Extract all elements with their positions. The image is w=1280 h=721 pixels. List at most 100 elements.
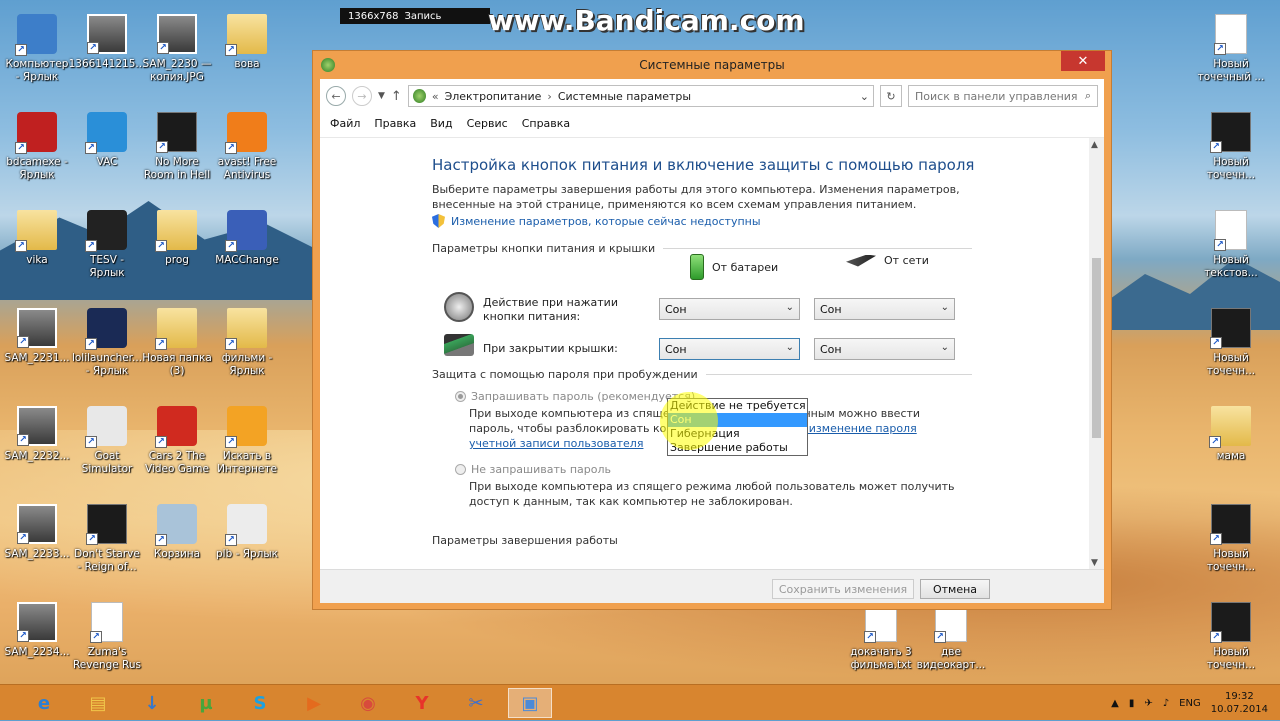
desktop-icon[interactable]: ↗ Новый точечн...	[1190, 498, 1272, 588]
no-password-radio[interactable]: Не запрашивать пароль	[455, 463, 611, 476]
power-plug-icon	[846, 254, 876, 267]
shortcut-arrow-icon: ↗	[155, 436, 167, 448]
lid-battery-select[interactable]: Сон ⌄	[659, 338, 800, 360]
file-explorer-icon[interactable]: ▤	[76, 688, 120, 718]
recent-pages-chevron-icon[interactable]: ▼	[378, 91, 385, 101]
lid-battery-dropdown-list[interactable]: Действие не требуется Сон Гибернация Заверш…	[667, 398, 808, 456]
close-button[interactable]: ✕	[1061, 51, 1105, 71]
yandex-browser-icon[interactable]: Y	[400, 688, 444, 718]
desktop-icon-label: Новый текстов...	[1204, 254, 1258, 279]
desktop-icon-label: Новый точечн...	[1206, 156, 1256, 181]
desktop-icon[interactable]: ↗ Новый точечн...	[1190, 596, 1272, 686]
forward-button[interactable]: →	[352, 86, 372, 106]
search-icon[interactable]: ⌕	[1085, 89, 1097, 103]
video-editor-icon[interactable]: ✂	[454, 688, 498, 718]
scroll-thumb[interactable]	[1092, 258, 1101, 438]
title-bar[interactable]: Системные параметры ✕	[313, 51, 1111, 79]
desktop-icon[interactable]: ↗ Искать в Интернете	[206, 400, 288, 490]
media-player-icon[interactable]: ▶	[292, 688, 336, 718]
back-button[interactable]: ←	[326, 86, 346, 106]
lid-ac-select[interactable]: Сон ⌄	[814, 338, 955, 360]
power-button-icon	[444, 292, 474, 322]
divider	[663, 248, 972, 249]
desktop-icon[interactable]: ↗ мама	[1190, 400, 1272, 490]
breadcrumb[interactable]: « Электропитание › Системные параметры ⌄	[407, 85, 874, 107]
shortcut-arrow-icon: ↗	[85, 240, 97, 252]
menu-bar: Файл Правка Вид Сервис Справка	[320, 113, 1104, 133]
shortcut-arrow-icon: ↗	[225, 436, 237, 448]
battery-icon	[690, 254, 704, 280]
menu-item[interactable]: Сервис	[467, 117, 508, 130]
menu-item[interactable]: Файл	[330, 117, 360, 130]
refresh-button[interactable]: ↻	[880, 85, 902, 107]
input-language[interactable]: ENG	[1179, 698, 1201, 709]
image-icon: ↗	[1210, 112, 1251, 153]
desktop-icon-label: две видеокарт...	[916, 646, 986, 671]
desktop-icon[interactable]: ↗ Новый текстов...	[1190, 204, 1272, 294]
shortcut-arrow-icon: ↗	[85, 142, 97, 154]
desktop-icon[interactable]: ↗ plb - Ярлык	[206, 498, 288, 588]
desktop-icon[interactable]: ↗ Zuma's Revenge Rus	[66, 596, 148, 686]
folder-icon: ↗	[1209, 406, 1251, 448]
shortcut-arrow-icon: ↗	[1209, 436, 1221, 448]
internet-explorer-icon[interactable]: e	[22, 688, 66, 718]
skype-icon[interactable]: S	[238, 688, 282, 718]
section-title: Параметры кнопки питания и крышки	[432, 242, 656, 255]
selected-value: Сон	[820, 302, 842, 316]
breadcrumb-system-settings[interactable]: Системные параметры	[558, 90, 691, 103]
shortcut-arrow-icon: ↗	[225, 338, 237, 350]
dropdown-option[interactable]: Завершение работы	[668, 441, 807, 455]
desktop-icon[interactable]: ↗ Новый точечн...	[1190, 302, 1272, 392]
address-dropdown-chevron-icon[interactable]: ⌄	[856, 90, 873, 103]
shortcut-arrow-icon: ↗	[90, 631, 102, 643]
section-title: Параметры завершения работы	[432, 534, 618, 547]
breadcrumb-power-options[interactable]: Электропитание	[445, 90, 542, 103]
utorrent-icon[interactable]: µ	[184, 688, 228, 718]
airplane-mode-icon[interactable]: ✈	[1144, 698, 1152, 709]
control-panel-icon[interactable]: ▣	[508, 688, 552, 718]
chevron-down-icon: ⌄	[785, 342, 794, 353]
menu-item[interactable]: Вид	[430, 117, 452, 130]
search-icon: ↗	[225, 406, 267, 448]
clock[interactable]: 19:32 10.07.2014	[1211, 690, 1268, 716]
desktop-icon[interactable]: ↗ вова	[206, 8, 288, 98]
desktop-icon[interactable]: ↗ MACChange	[206, 204, 288, 294]
scroll-down-icon[interactable]: ▼	[1091, 558, 1098, 568]
shortcut-arrow-icon: ↗	[155, 240, 167, 252]
desktop-icon[interactable]: ↗ avast! Free Antivirus	[206, 106, 288, 196]
dropdown-option[interactable]: Сон	[668, 413, 807, 427]
desktop-icon-label: вова	[234, 58, 260, 70]
dropdown-option[interactable]: Действие не требуется	[668, 399, 807, 413]
shortcut-arrow-icon: ↗	[155, 534, 167, 546]
power-button-battery-select[interactable]: Сон ⌄	[659, 298, 800, 320]
volume-icon[interactable]: ♪	[1163, 698, 1169, 709]
up-button[interactable]: ↑	[391, 89, 402, 104]
scroll-up-icon[interactable]: ▲	[1091, 140, 1098, 150]
recorder-watermark: www.Bandicam.com	[488, 4, 805, 37]
show-hidden-icons-chevron-icon[interactable]: ▲	[1111, 698, 1119, 709]
breadcrumb-separator[interactable]: ›	[547, 90, 551, 103]
download-icon[interactable]: ↓	[130, 688, 174, 718]
search-placeholder: Поиск в панели управления	[915, 89, 1078, 103]
recorder-toolbar[interactable]: 1366x768 Запись	[340, 8, 490, 24]
battery-tray-icon[interactable]: ▮	[1129, 698, 1135, 709]
breadcrumb-overflow[interactable]: «	[432, 90, 439, 103]
chrome-icon[interactable]: ◉	[346, 688, 390, 718]
search-input[interactable]: Поиск в панели управления ⌕	[908, 85, 1098, 107]
vertical-scrollbar[interactable]: ▲ ▼	[1089, 138, 1104, 569]
cancel-button[interactable]: Отмена	[920, 579, 990, 599]
change-unavailable-settings-link[interactable]: Изменение параметров, которые сейчас нед…	[432, 214, 761, 228]
radio-dot	[455, 464, 466, 475]
power-button-ac-select[interactable]: Сон ⌄	[814, 298, 955, 320]
chevron-down-icon: ⌄	[940, 302, 949, 313]
desktop-icon[interactable]: ↗ Новый точечный ...	[1190, 8, 1272, 98]
require-password-radio[interactable]: Запрашивать пароль (рекомендуется)	[455, 390, 695, 403]
desktop-icon[interactable]: ↗ Новый точечн...	[1190, 106, 1272, 196]
menu-item[interactable]: Правка	[374, 117, 416, 130]
save-changes-button[interactable]: Сохранить изменения	[772, 579, 914, 599]
app-icon: ↗	[225, 504, 267, 546]
dropdown-option[interactable]: Гибернация	[668, 427, 807, 441]
desktop-icon-label: MACChange	[215, 254, 279, 266]
menu-item[interactable]: Справка	[522, 117, 570, 130]
desktop-icon[interactable]: ↗ фильми - Ярлык	[206, 302, 288, 392]
